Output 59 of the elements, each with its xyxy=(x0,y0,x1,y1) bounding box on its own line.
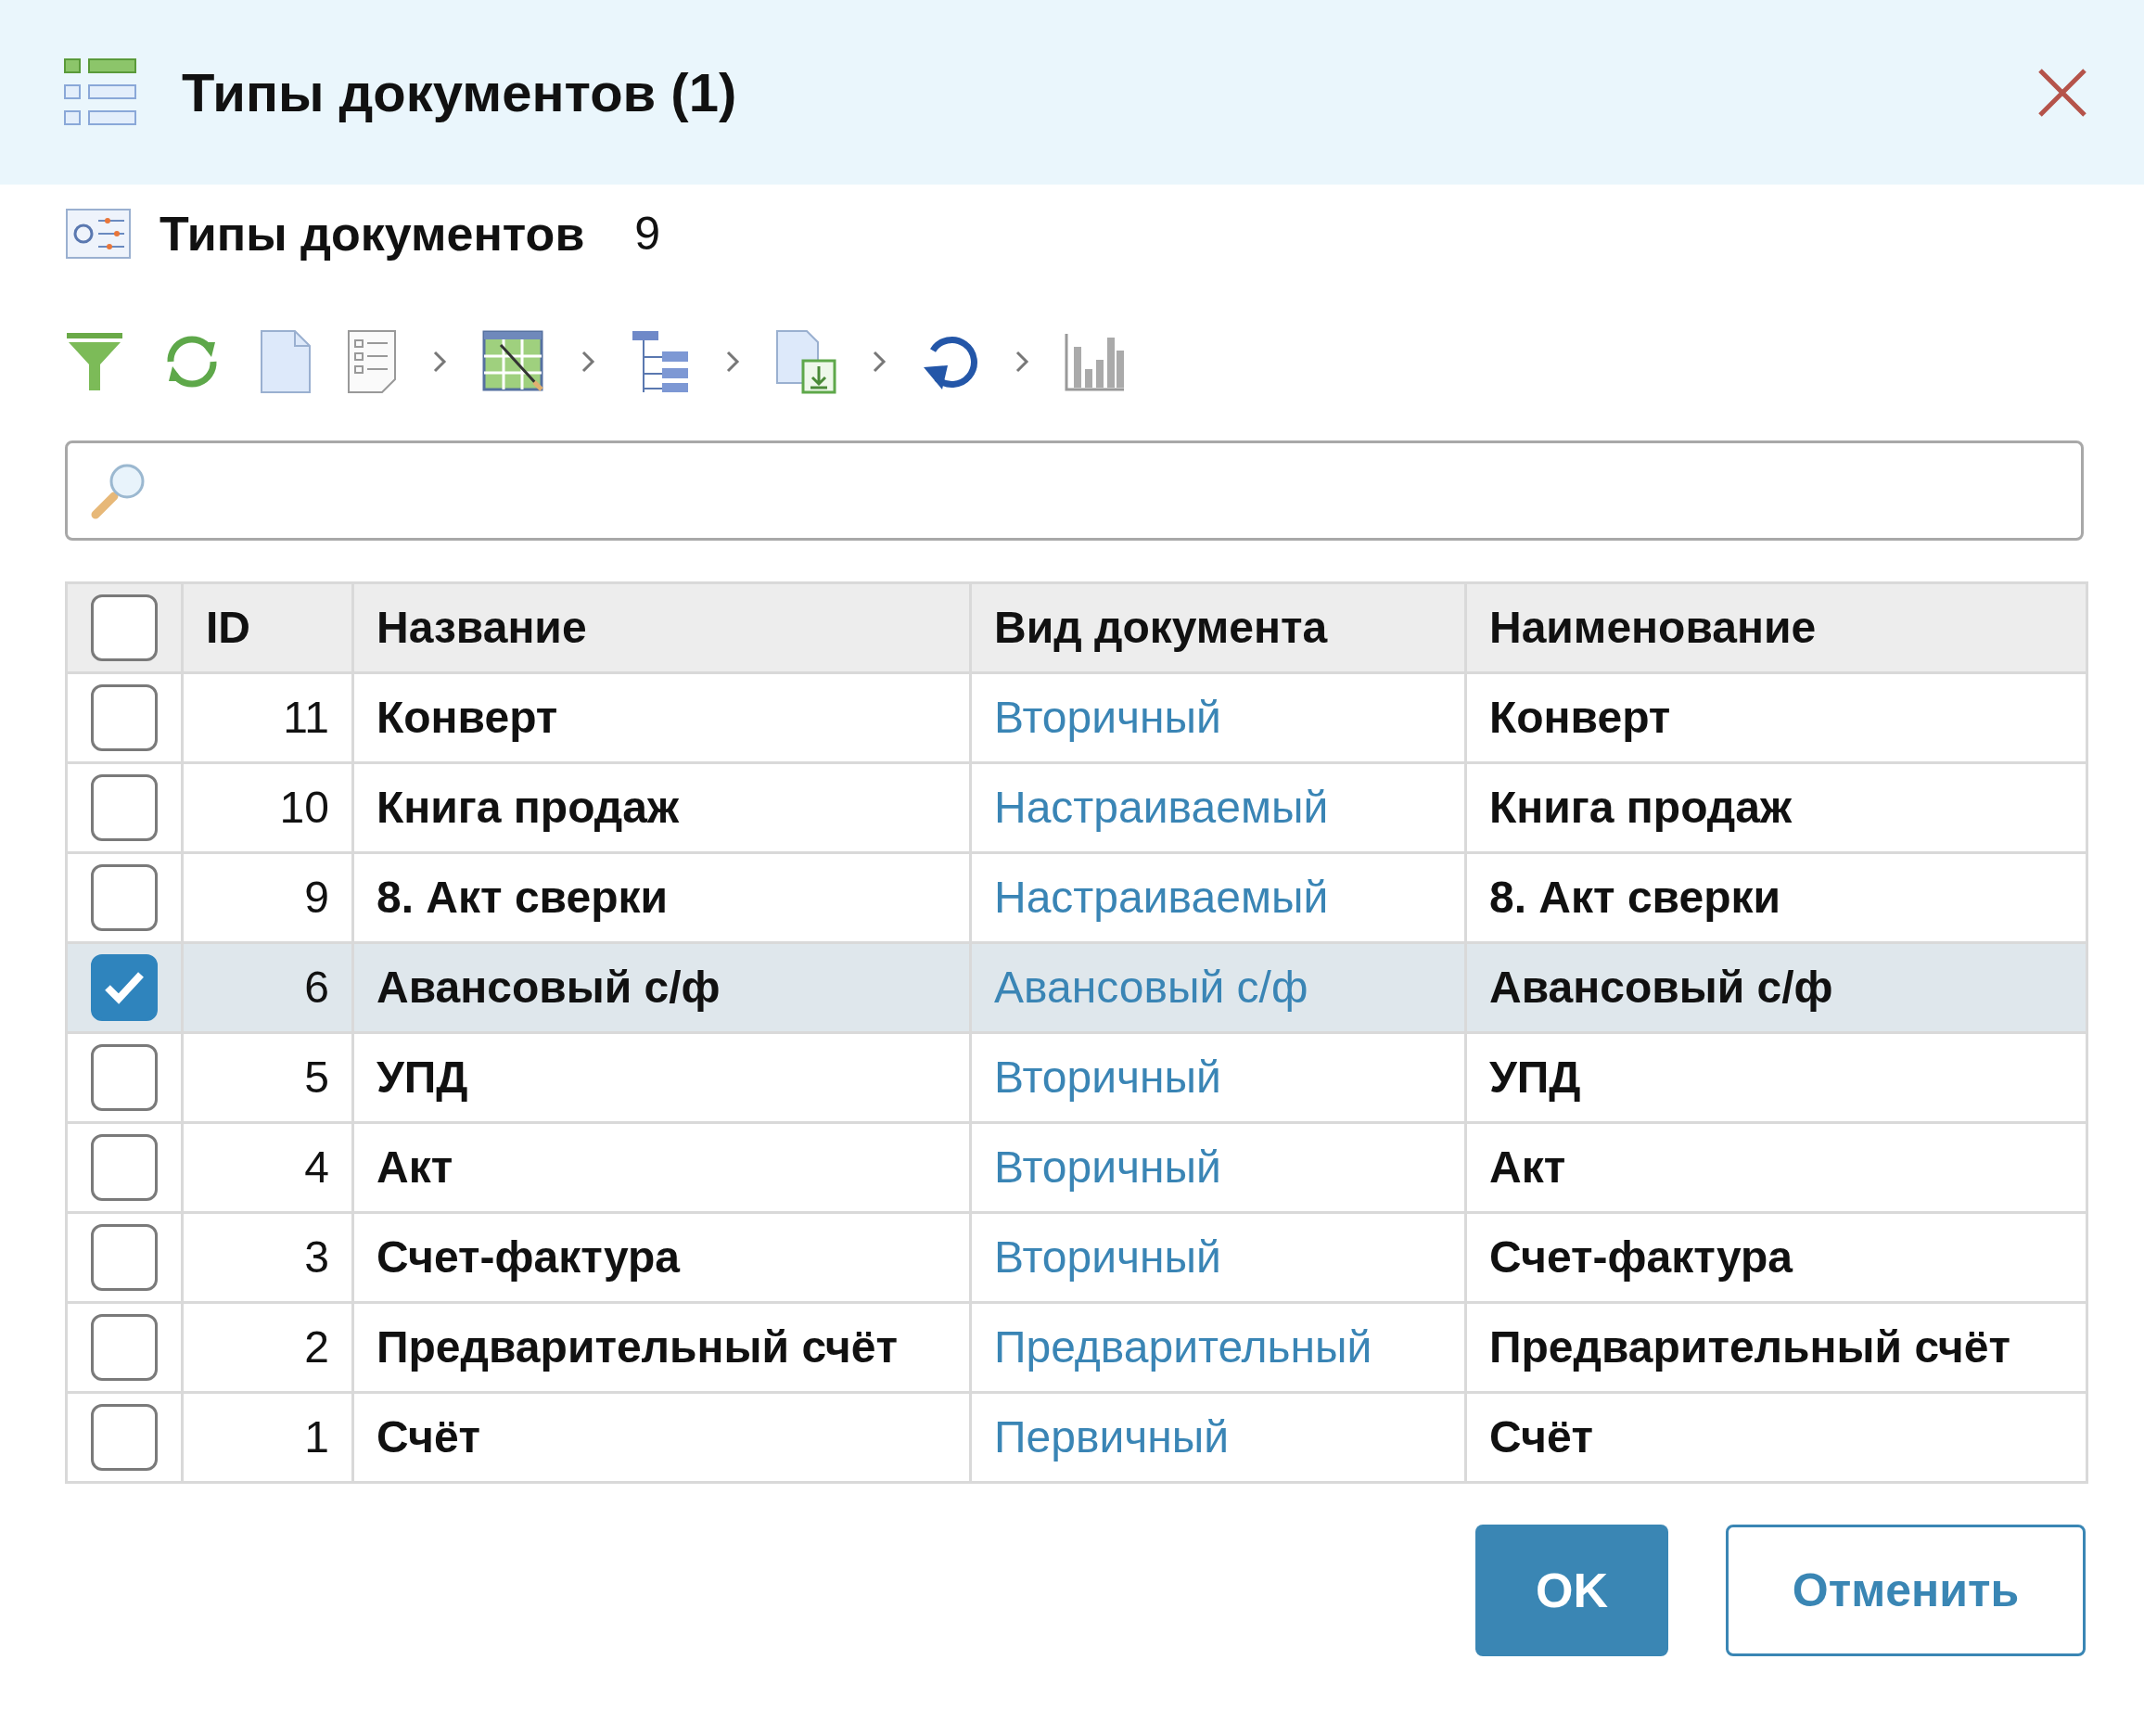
full-name-cell: Предварительный счёт xyxy=(1465,1302,2087,1393)
chevron-icon xyxy=(872,350,887,374)
bar-chart-icon[interactable] xyxy=(1065,332,1126,391)
full-name-cell: Книга продаж xyxy=(1465,762,2087,853)
id-cell: 1 xyxy=(182,1392,353,1483)
row-checkbox[interactable] xyxy=(91,954,158,1021)
close-button[interactable] xyxy=(2036,66,2088,119)
id-cell: 10 xyxy=(182,762,353,853)
cancel-button[interactable]: Отменить xyxy=(1726,1525,2086,1656)
name-cell: УПД xyxy=(352,1032,971,1123)
row-checkbox[interactable] xyxy=(91,1224,158,1291)
name-cell: Счет-фактура xyxy=(352,1212,971,1303)
table-edit-icon[interactable] xyxy=(482,330,545,393)
column-header: Наименование xyxy=(1465,582,2087,673)
column-header: Вид документа xyxy=(970,582,1466,673)
id-cell: 5 xyxy=(182,1032,353,1123)
column-header: Название xyxy=(352,582,971,673)
name-cell: Авансовый с/ф xyxy=(352,942,971,1033)
row-checkbox[interactable] xyxy=(91,684,158,751)
name-cell: Счёт xyxy=(352,1392,971,1483)
row-checkbox[interactable] xyxy=(91,1314,158,1381)
dialog-title: Типы документов (1) xyxy=(182,61,737,124)
id-cell: 11 xyxy=(182,672,353,763)
row-checkbox[interactable] xyxy=(91,1404,158,1471)
document-icon[interactable] xyxy=(260,329,312,394)
full-name-cell: Счёт xyxy=(1465,1392,2087,1483)
full-name-cell: Авансовый с/ф xyxy=(1465,942,2087,1033)
select-all-checkbox[interactable] xyxy=(91,594,158,661)
full-name-cell: Конверт xyxy=(1465,672,2087,763)
id-cell: 2 xyxy=(182,1302,353,1393)
row-checkbox[interactable] xyxy=(91,864,158,931)
checkmark-icon xyxy=(104,971,145,1004)
filter-icon[interactable] xyxy=(65,331,124,392)
settings-list-icon xyxy=(65,208,132,260)
chevron-icon xyxy=(432,350,447,374)
list-title: Типы документов xyxy=(160,206,585,262)
name-cell: Книга продаж xyxy=(352,762,971,853)
chevron-icon xyxy=(1015,350,1029,374)
column-header: ID xyxy=(182,582,353,673)
chevron-icon xyxy=(581,350,595,374)
name-cell: Конверт xyxy=(352,672,971,763)
row-checkbox[interactable] xyxy=(91,1044,158,1111)
row-checkbox[interactable] xyxy=(91,1134,158,1201)
record-count: 9 xyxy=(634,206,661,262)
chevron-icon xyxy=(725,350,740,374)
id-cell: 6 xyxy=(182,942,353,1033)
name-cell: Предварительный счёт xyxy=(352,1302,971,1393)
full-name-cell: УПД xyxy=(1465,1032,2087,1123)
full-name-cell: Счет-фактура xyxy=(1465,1212,2087,1303)
row-checkbox[interactable] xyxy=(91,774,158,841)
id-cell: 4 xyxy=(182,1122,353,1213)
id-cell: 3 xyxy=(182,1212,353,1303)
document-download-icon[interactable] xyxy=(775,329,836,394)
checklist-icon[interactable] xyxy=(347,329,397,394)
search-field[interactable] xyxy=(65,440,2084,541)
name-cell: Акт xyxy=(352,1122,971,1213)
tree-icon[interactable] xyxy=(631,329,690,394)
ok-button[interactable]: OK xyxy=(1475,1525,1668,1656)
full-name-cell: Акт xyxy=(1465,1122,2087,1213)
